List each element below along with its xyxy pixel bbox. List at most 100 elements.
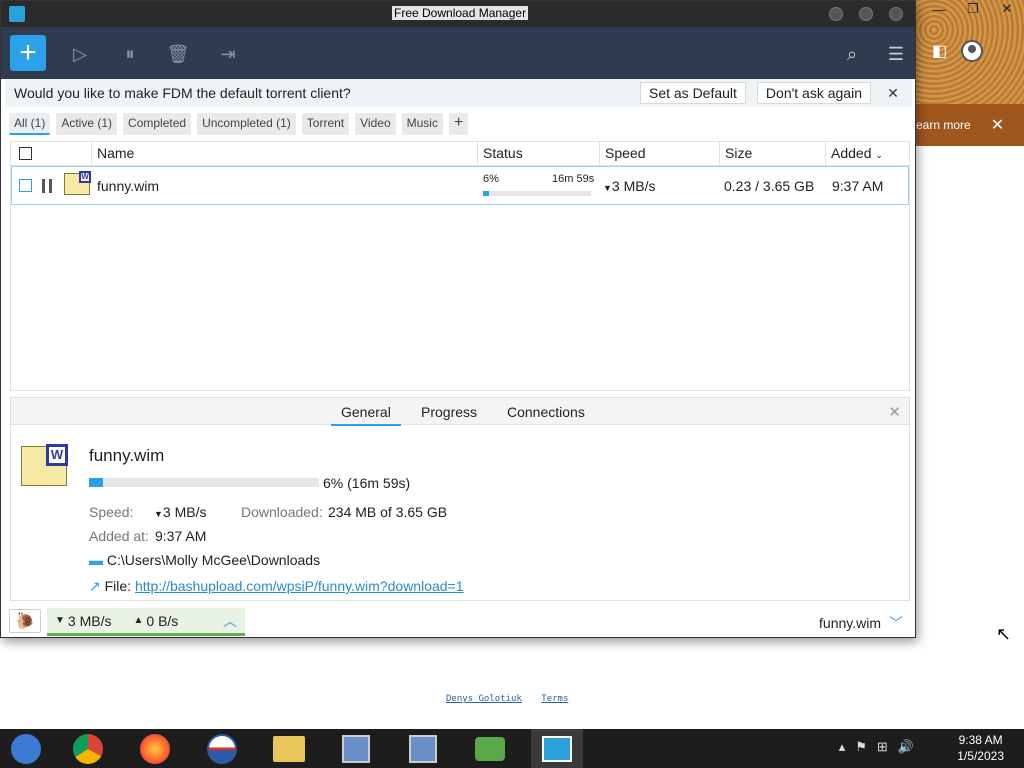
taskbar-network[interactable]	[464, 729, 516, 768]
row-progress-fill	[483, 191, 490, 196]
browser-toolbar: ◧	[914, 34, 1024, 68]
table-row[interactable]: W funny.wim 6% 16m 59s ▼3 MB/s 0.23 / 3.…	[11, 166, 909, 205]
window-titlebar: Free Download Manager	[1, 1, 915, 27]
dont-ask-again-button[interactable]: Don't ask again	[756, 82, 871, 104]
restore-icon[interactable]: ❐	[956, 0, 990, 18]
row-checkbox[interactable]	[19, 179, 32, 192]
close-button[interactable]	[889, 7, 903, 21]
start-icon[interactable]: ▷	[67, 41, 93, 67]
column-added[interactable]: Added ⌄	[825, 142, 909, 165]
start-button[interactable]	[0, 729, 52, 768]
delete-icon[interactable]: 🗑	[165, 41, 191, 67]
detail-close-icon[interactable]: ✕	[888, 403, 901, 421]
set-as-default-button[interactable]: Set as Default	[639, 82, 746, 104]
row-progress-bar	[483, 191, 591, 196]
add-download-button[interactable]: +	[10, 35, 46, 71]
row-added: 9:37 AM	[832, 178, 884, 194]
filter-uncompleted[interactable]: Uncompleted (1)	[197, 113, 296, 135]
filter-completed[interactable]: Completed	[123, 113, 192, 135]
pause-icon[interactable]	[42, 179, 52, 193]
detail-progress-bar	[89, 478, 319, 487]
row-size: 0.23 / 3.65 GB	[724, 178, 815, 194]
infobar-close-icon[interactable]: ✕	[991, 115, 1004, 135]
total-down-speed: 3 MB/s	[67, 612, 112, 629]
filter-all[interactable]: All (1)	[9, 113, 51, 135]
folder-path[interactable]: ▬ C:\Users\Molly McGee\Downloads	[89, 552, 320, 568]
learn-more-link[interactable]: earn more	[916, 118, 971, 132]
detail-progress-text: 6% (16m 59s)	[323, 475, 411, 491]
speed-value-text: 3 MB/s	[162, 504, 207, 520]
row-percent: 6%	[483, 173, 499, 185]
filter-music[interactable]: Music	[401, 113, 443, 135]
up-arrow-icon: ▲	[133, 615, 144, 626]
large-file-icon: W	[21, 444, 68, 486]
installer-icon	[409, 734, 437, 763]
notice-message: Would you like to make FDM the default t…	[14, 85, 351, 101]
column-speed[interactable]: Speed	[599, 142, 719, 165]
taskbar-installer-2[interactable]	[397, 729, 449, 768]
speed-summary[interactable]: ▼ 3 MB/s ▲ 0 B/s ︿	[47, 608, 245, 636]
flag-icon[interactable]: ⚑	[855, 739, 867, 755]
filter-torrent[interactable]: Torrent	[301, 113, 350, 135]
taskbar-firefox[interactable]	[129, 729, 181, 768]
start-orb-icon	[11, 733, 41, 764]
move-icon[interactable]: ⇥	[215, 41, 241, 67]
file-label: File:	[104, 578, 132, 594]
taskbar-fdm[interactable]	[531, 729, 583, 768]
column-status[interactable]: Status	[477, 142, 599, 165]
browser-window-controls: — ❐ ✕	[922, 0, 1024, 18]
select-all-checkbox[interactable]	[19, 147, 32, 160]
page-footer-links: Denys Golotiuk Terms	[446, 694, 582, 704]
taskbar-installer-1[interactable]	[330, 729, 382, 768]
taskbar-chrome[interactable]	[62, 729, 114, 768]
profile-avatar-icon[interactable]	[961, 40, 984, 62]
close-icon[interactable]: ✕	[990, 0, 1024, 18]
current-file-indicator[interactable]: funny.wim ﹀	[819, 613, 903, 633]
filter-active[interactable]: Active (1)	[56, 113, 118, 135]
menu-icon[interactable]: ☰	[883, 41, 909, 67]
circular-logo-icon	[207, 733, 237, 764]
column-name[interactable]: Name	[91, 142, 477, 165]
file-url-link[interactable]: http://bashupload.com/wpsiP/funny.wim?do…	[135, 578, 464, 594]
taskbar: ▴ ⚑ ⊞ 🔊 9:38 AM 1/5/2023	[0, 729, 1024, 768]
row-remaining: 16m 59s	[552, 173, 595, 185]
minimize-button[interactable]	[829, 7, 843, 21]
terms-link[interactable]: Terms	[541, 694, 568, 704]
tray-expand-icon[interactable]: ▴	[839, 739, 846, 755]
network-icon[interactable]: ⊞	[877, 739, 888, 755]
chevron-down-icon[interactable]: ﹀	[889, 613, 903, 633]
detail-progress-fill	[89, 478, 103, 487]
detail-panel: General Progress Connections ✕ W funny.w…	[10, 397, 910, 601]
row-speed-value: 3 MB/s	[611, 178, 656, 194]
add-filter-icon[interactable]: +	[448, 113, 469, 135]
system-clock[interactable]: 9:38 AM 1/5/2023	[957, 732, 1004, 764]
taskbar-explorer[interactable]	[263, 729, 315, 768]
wim-file-icon: W	[64, 171, 91, 195]
pause-all-icon[interactable]: ⏸	[117, 41, 143, 67]
system-tray: ▴ ⚑ ⊞ 🔊	[839, 739, 914, 755]
taskbar-app-logo[interactable]	[196, 729, 248, 768]
maximize-button[interactable]	[859, 7, 873, 21]
firefox-icon	[140, 733, 170, 764]
notice-close-icon[interactable]: ✕	[882, 85, 904, 102]
column-size[interactable]: Size	[719, 142, 825, 165]
clock-date: 1/5/2023	[957, 749, 1004, 763]
chevron-up-icon[interactable]: ︿	[223, 611, 237, 631]
installer-icon	[342, 734, 370, 763]
browser-infobar: earn more ✕	[914, 104, 1024, 146]
total-up-speed: 0 B/s	[146, 612, 179, 629]
search-icon[interactable]: ⌕	[839, 41, 865, 67]
speed-value: ▼3 MB/s	[154, 504, 207, 520]
tab-progress[interactable]: Progress	[421, 404, 477, 420]
tab-general[interactable]: General	[331, 404, 401, 426]
downloaded-value: 234 MB of 3.65 GB	[328, 504, 448, 520]
snail-mode-icon[interactable]: 🐌	[9, 609, 41, 633]
filter-video[interactable]: Video	[355, 113, 396, 135]
background-browser-window: — ❐ ✕ ◧ earn more ✕	[914, 0, 1024, 146]
author-link[interactable]: Denys Golotiuk	[446, 694, 522, 704]
tab-connections[interactable]: Connections	[507, 404, 585, 420]
row-filename: funny.wim	[97, 178, 159, 194]
minimize-icon[interactable]: —	[922, 0, 956, 18]
volume-icon[interactable]: 🔊	[898, 739, 914, 755]
sidebar-icon[interactable]: ◧	[932, 41, 947, 61]
